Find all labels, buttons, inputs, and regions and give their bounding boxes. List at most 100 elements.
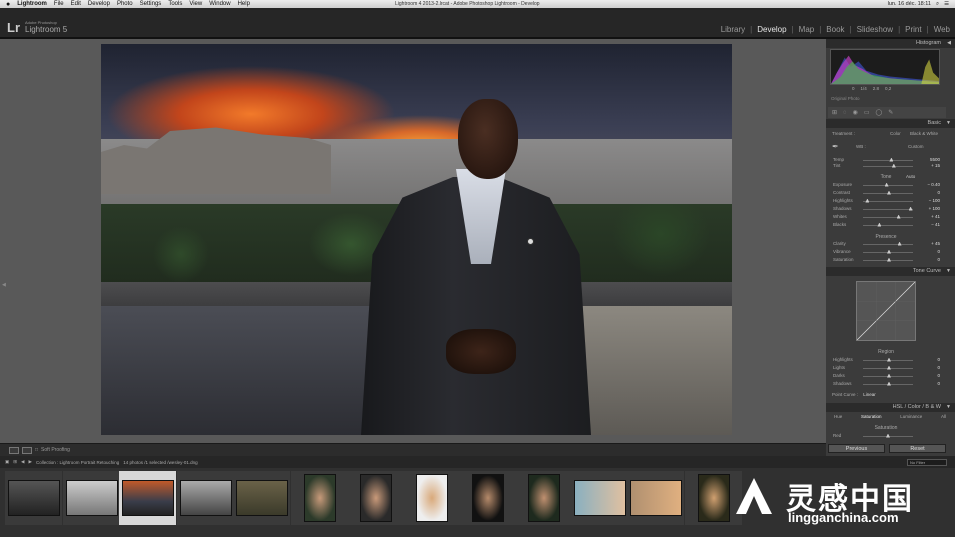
slider-value[interactable]: 0 bbox=[937, 249, 940, 254]
film-thumb[interactable] bbox=[459, 471, 516, 525]
menu-file[interactable]: File bbox=[54, 1, 64, 7]
crop-icon[interactable]: ⊞ bbox=[832, 109, 837, 116]
hsl-tab-all[interactable]: All bbox=[941, 414, 946, 419]
slider-value[interactable]: − 41 bbox=[931, 222, 940, 227]
hsl-tab-hue[interactable]: Hue bbox=[834, 414, 842, 419]
module-slideshow[interactable]: Slideshow bbox=[856, 25, 894, 34]
slider-value[interactable]: 0 bbox=[937, 381, 940, 386]
tone-curve-header[interactable]: Tone Curve ▼ bbox=[826, 267, 955, 276]
menu-view[interactable]: View bbox=[189, 1, 202, 7]
slider-contrast[interactable]: Contrast 0 bbox=[828, 190, 940, 196]
slider-tint[interactable]: Tint + 15 bbox=[828, 163, 940, 169]
list-icon[interactable]: ☰ bbox=[944, 1, 949, 8]
adjustment-brush-icon[interactable]: ✎ bbox=[888, 109, 893, 116]
main-photo[interactable] bbox=[101, 44, 732, 435]
apple-icon[interactable]: ● bbox=[6, 1, 10, 8]
basic-header[interactable]: Basic ▼ bbox=[826, 119, 955, 128]
loupe-view-button[interactable] bbox=[9, 446, 19, 454]
module-web[interactable]: Web bbox=[933, 25, 951, 34]
slider-blacks[interactable]: Blacks − 41 bbox=[828, 222, 940, 228]
treatment-color[interactable]: Color bbox=[890, 131, 901, 136]
menu-window[interactable]: Window bbox=[209, 1, 230, 7]
eyedropper-icon[interactable]: ✒ bbox=[832, 142, 839, 151]
slider-saturation[interactable]: Saturation 0 bbox=[828, 257, 940, 263]
slider-value[interactable]: 0 bbox=[937, 257, 940, 262]
film-thumb[interactable] bbox=[515, 471, 572, 525]
slider-value[interactable]: + 15 bbox=[931, 163, 940, 168]
menu-photo[interactable]: Photo bbox=[117, 1, 133, 7]
menu-tools[interactable]: Tools bbox=[168, 1, 182, 7]
treatment-bw[interactable]: Black & White bbox=[910, 131, 938, 136]
tone-curve-graph[interactable] bbox=[856, 281, 916, 341]
slider-value[interactable]: 0 bbox=[937, 190, 940, 195]
menu-develop[interactable]: Develop bbox=[88, 1, 110, 7]
film-thumb[interactable] bbox=[571, 471, 628, 525]
collection-path[interactable]: Collection : Lightroom Portrait Retouchi… bbox=[36, 460, 119, 465]
back-icon[interactable]: ◀ bbox=[21, 459, 24, 465]
histogram-header[interactable]: Histogram ◀ bbox=[826, 39, 955, 48]
slider-value[interactable]: 0 bbox=[937, 373, 940, 378]
search-icon[interactable]: ⌕ bbox=[936, 1, 939, 8]
slider-track[interactable] bbox=[863, 208, 913, 210]
filter-dropdown[interactable]: No Filter bbox=[907, 458, 947, 466]
slider-value[interactable]: + 41 bbox=[931, 214, 940, 219]
slider-value[interactable]: − 0.40 bbox=[927, 182, 940, 187]
slider-lights[interactable]: Lights 0 bbox=[828, 365, 940, 371]
slider-highlights[interactable]: Highlights − 100 bbox=[828, 198, 940, 204]
slider-whites[interactable]: Whites + 41 bbox=[828, 214, 940, 220]
film-thumb[interactable] bbox=[63, 471, 120, 525]
slider-track[interactable] bbox=[863, 224, 913, 226]
module-develop[interactable]: Develop bbox=[756, 25, 787, 34]
adjustment-pin-icon[interactable] bbox=[527, 238, 534, 245]
photo-canvas[interactable]: ◀ bbox=[0, 39, 826, 443]
slider-exposure[interactable]: Exposure − 0.40 bbox=[828, 182, 940, 188]
film-thumb[interactable] bbox=[403, 471, 460, 525]
slider-value[interactable]: 0 bbox=[937, 357, 940, 362]
radial-filter-icon[interactable]: ◯ bbox=[876, 109, 883, 116]
slider-highlights[interactable]: Highlights 0 bbox=[828, 357, 940, 363]
slider-track[interactable] bbox=[863, 200, 913, 202]
slider-value[interactable]: + 100 bbox=[929, 206, 940, 211]
original-photo-toggle[interactable]: Original Photo bbox=[831, 96, 860, 101]
slider-darks[interactable]: Darks 0 bbox=[828, 373, 940, 379]
module-print[interactable]: Print bbox=[904, 25, 922, 34]
hsl-tab-luminance[interactable]: Luminance bbox=[900, 414, 922, 419]
slider-clarity[interactable]: Clarity + 45 bbox=[828, 241, 940, 247]
slider-value[interactable]: 5500 bbox=[930, 157, 940, 162]
menu-edit[interactable]: Edit bbox=[71, 1, 81, 7]
slider-track[interactable] bbox=[863, 216, 913, 218]
point-curve-dropdown[interactable]: Linear bbox=[863, 392, 876, 397]
module-book[interactable]: Book bbox=[825, 25, 845, 34]
film-thumb[interactable] bbox=[627, 471, 684, 525]
slider-red[interactable]: Red bbox=[828, 433, 940, 439]
collapse-left-icon[interactable]: ◀ bbox=[2, 282, 6, 288]
slider-vibrance[interactable]: Vibrance 0 bbox=[828, 249, 940, 255]
slider-track[interactable] bbox=[863, 159, 913, 161]
graduated-filter-icon[interactable]: ▭ bbox=[864, 109, 870, 116]
slider-track[interactable] bbox=[863, 165, 913, 167]
menu-help[interactable]: Help bbox=[238, 1, 250, 7]
grid-icon[interactable]: ⊞ bbox=[13, 459, 17, 465]
film-thumb[interactable] bbox=[177, 471, 234, 525]
photo-count[interactable]: 14 photos /1 selected /wesley-01.dng bbox=[123, 460, 197, 465]
slider-shadows[interactable]: Shadows + 100 bbox=[828, 206, 940, 212]
slider-track[interactable] bbox=[863, 243, 913, 245]
module-library[interactable]: Library bbox=[720, 25, 746, 34]
hsl-header[interactable]: HSL / Color / B & W ▼ bbox=[826, 403, 955, 412]
spot-removal-icon[interactable]: ◌ bbox=[843, 110, 847, 116]
film-thumb-selected[interactable] bbox=[119, 471, 176, 525]
wb-dropdown[interactable]: Custom bbox=[908, 144, 924, 149]
menu-settings[interactable]: Settings bbox=[140, 1, 162, 7]
slider-value[interactable]: 0 bbox=[937, 365, 940, 370]
histogram[interactable] bbox=[830, 49, 940, 85]
film-thumb[interactable] bbox=[233, 471, 290, 525]
red-eye-icon[interactable]: ◉ bbox=[853, 109, 858, 116]
soft-proofing-checkbox[interactable]: □ bbox=[35, 447, 38, 453]
reset-button[interactable]: Reset bbox=[889, 444, 946, 453]
previous-button[interactable]: Previous bbox=[828, 444, 885, 453]
tone-auto-button[interactable]: Auto bbox=[906, 174, 915, 179]
hsl-tab-saturation[interactable]: Saturation bbox=[861, 414, 882, 419]
clock[interactable]: lun. 16 déc. 18:11 bbox=[888, 1, 931, 8]
slider-shadows[interactable]: Shadows 0 bbox=[828, 381, 940, 387]
module-map[interactable]: Map bbox=[798, 25, 816, 34]
